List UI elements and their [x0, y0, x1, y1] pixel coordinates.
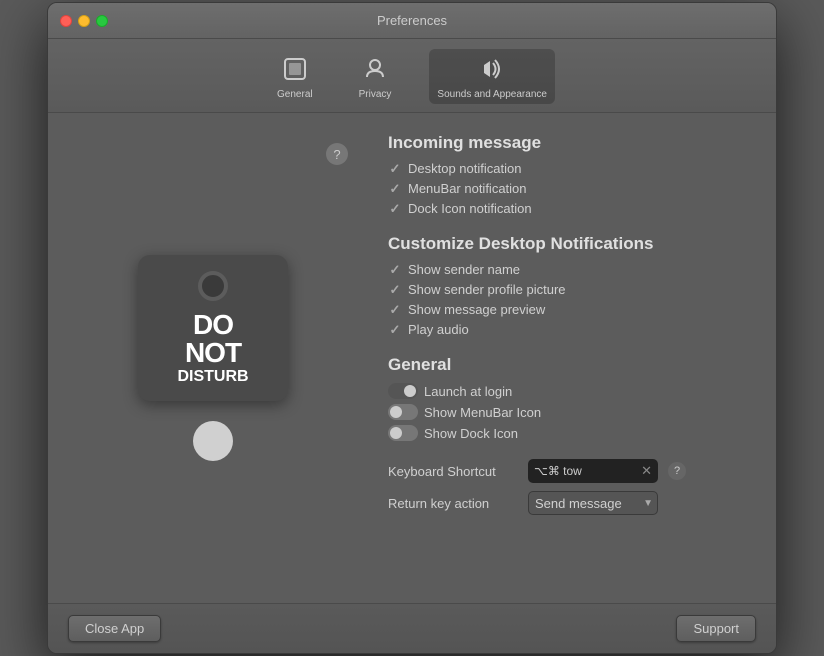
check-icon-6: ✓: [388, 303, 402, 317]
desktop-notification-label: Desktop notification: [408, 161, 521, 176]
checkbox-play-audio[interactable]: ✓ Play audio: [388, 322, 746, 337]
incoming-message-section: Incoming message ✓ Desktop notification …: [388, 133, 746, 216]
check-icon-2: ✓: [388, 182, 402, 196]
show-menubar-icon-row: Show MenuBar Icon: [388, 404, 746, 420]
keyboard-shortcut-label: Keyboard Shortcut: [388, 464, 518, 479]
incoming-message-title: Incoming message: [388, 133, 746, 153]
toggle-knob-2: [390, 406, 402, 418]
general-label: General: [277, 89, 313, 100]
keyboard-shortcut-row: Keyboard Shortcut ⌥⌘ tow ✕ ?: [388, 459, 746, 483]
window-title: Preferences: [377, 13, 447, 28]
general-section: General Launch at login Show MenuBar Ico…: [388, 355, 746, 441]
show-sender-name-label: Show sender name: [408, 262, 520, 277]
sidebar: ? DO NOT DISTURB: [48, 113, 378, 603]
show-menubar-icon-label: Show MenuBar Icon: [424, 405, 541, 420]
customize-desktop-title: Customize Desktop Notifications: [388, 234, 746, 254]
tag-hole: [198, 271, 228, 301]
tag-line-3: DISTURB: [177, 369, 248, 385]
launch-at-login-toggle[interactable]: [388, 383, 418, 399]
dock-icon-notification-label: Dock Icon notification: [408, 201, 532, 216]
maximize-button[interactable]: [96, 15, 108, 27]
return-key-select-wrapper: Send message New line ▼: [528, 491, 658, 515]
close-button[interactable]: [60, 15, 72, 27]
toolbar-item-sounds[interactable]: Sounds and Appearance: [429, 49, 555, 104]
toggle-knob: [404, 385, 416, 397]
return-key-action-row: Return key action Send message New line …: [388, 491, 746, 515]
show-dock-icon-toggle[interactable]: [388, 425, 418, 441]
toggle-knob-3: [390, 427, 402, 439]
minimize-button[interactable]: [78, 15, 90, 27]
keyboard-shortcut-help[interactable]: ?: [668, 462, 686, 480]
show-dock-icon-label: Show Dock Icon: [424, 426, 518, 441]
content-area: ? DO NOT DISTURB Incoming message ✓ Desk…: [48, 113, 776, 603]
keyboard-shortcut-field[interactable]: ⌥⌘ tow ✕: [528, 459, 658, 483]
show-sender-picture-label: Show sender profile picture: [408, 282, 566, 297]
close-app-button[interactable]: Close App: [68, 615, 161, 642]
check-icon-4: ✓: [388, 263, 402, 277]
customize-desktop-section: Customize Desktop Notifications ✓ Show s…: [388, 234, 746, 337]
sounds-label: Sounds and Appearance: [437, 89, 547, 100]
launch-at-login-row: Launch at login: [388, 383, 746, 399]
toolbar-item-privacy[interactable]: Privacy: [351, 49, 400, 104]
check-icon-3: ✓: [388, 202, 402, 216]
checkbox-dock-icon-notification[interactable]: ✓ Dock Icon notification: [388, 201, 746, 216]
tag-line-1: DO: [193, 311, 233, 339]
traffic-lights: [60, 15, 108, 27]
titlebar: Preferences: [48, 3, 776, 39]
check-icon-5: ✓: [388, 283, 402, 297]
show-dock-icon-row: Show Dock Icon: [388, 425, 746, 441]
shortcut-clear-icon[interactable]: ✕: [641, 463, 652, 479]
footer: Close App Support: [48, 603, 776, 653]
launch-at-login-label: Launch at login: [424, 384, 512, 399]
general-icon: [279, 53, 311, 85]
general-title: General: [388, 355, 746, 375]
tag-line-2: NOT: [185, 339, 241, 367]
return-key-select[interactable]: Send message New line: [528, 491, 658, 515]
checkbox-desktop-notification[interactable]: ✓ Desktop notification: [388, 161, 746, 176]
dnd-toggle[interactable]: [193, 421, 233, 461]
menubar-notification-label: MenuBar notification: [408, 181, 527, 196]
main-panel: Incoming message ✓ Desktop notification …: [378, 113, 776, 603]
do-not-disturb-tag: DO NOT DISTURB: [138, 255, 288, 401]
privacy-icon: [359, 53, 391, 85]
checkbox-show-message-preview[interactable]: ✓ Show message preview: [388, 302, 746, 317]
check-icon-7: ✓: [388, 323, 402, 337]
question-badge[interactable]: ?: [326, 143, 348, 165]
preferences-window: Preferences General Privacy: [47, 2, 777, 654]
toolbar: General Privacy Sounds and Appearance: [48, 39, 776, 113]
return-key-action-label: Return key action: [388, 496, 518, 511]
checkbox-show-sender-name[interactable]: ✓ Show sender name: [388, 262, 746, 277]
show-menubar-icon-toggle[interactable]: [388, 404, 418, 420]
privacy-label: Privacy: [359, 89, 392, 100]
check-icon-1: ✓: [388, 162, 402, 176]
play-audio-label: Play audio: [408, 322, 469, 337]
toolbar-item-general[interactable]: General: [269, 49, 321, 104]
show-message-preview-label: Show message preview: [408, 302, 545, 317]
checkbox-show-sender-picture[interactable]: ✓ Show sender profile picture: [388, 282, 746, 297]
checkbox-menubar-notification[interactable]: ✓ MenuBar notification: [388, 181, 746, 196]
support-button[interactable]: Support: [676, 615, 756, 642]
sounds-icon: [476, 53, 508, 85]
shortcut-value: ⌥⌘ tow: [534, 464, 635, 478]
